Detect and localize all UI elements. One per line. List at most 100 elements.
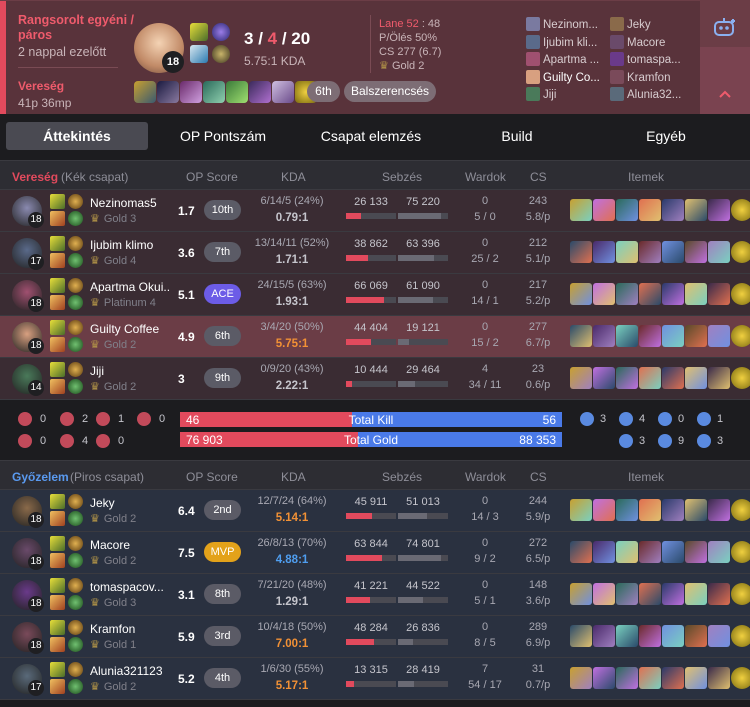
summoner-spell-icon[interactable] (50, 211, 65, 226)
summoner-name[interactable]: Alunia321123 (90, 664, 170, 678)
player-link[interactable]: Kramfon (610, 69, 681, 88)
item-icon[interactable] (639, 283, 661, 305)
item-icon[interactable] (685, 541, 707, 563)
item-icon[interactable] (570, 667, 592, 689)
summoner-name[interactable]: Jiji (90, 364, 170, 378)
trinket-icon[interactable] (731, 541, 750, 563)
trinket-icon[interactable] (731, 667, 750, 689)
item-icon[interactable] (272, 81, 294, 103)
item-icon[interactable] (593, 241, 615, 263)
summoner-spell-flash-icon[interactable] (190, 23, 208, 41)
secondary-rune-icon[interactable] (68, 679, 83, 694)
player-row[interactable]: 18 Macore ♛ Gold 2 7.5 MVP 26/8/13 (70%) … (0, 532, 750, 574)
keystone-rune-icon[interactable] (68, 320, 83, 335)
trinket-icon[interactable] (731, 199, 750, 221)
keystone-rune-icon[interactable] (68, 578, 83, 593)
item-icon[interactable] (662, 199, 684, 221)
secondary-rune-icon[interactable] (68, 379, 83, 394)
summoner-spell-icon[interactable] (50, 620, 65, 635)
keystone-rune-icon[interactable] (212, 23, 230, 41)
summoner-spell-ignite-icon[interactable] (190, 45, 208, 63)
item-icon[interactable] (616, 583, 638, 605)
item-icon[interactable] (616, 367, 638, 389)
expand-button[interactable] (700, 47, 750, 115)
summoner-spell-icon[interactable] (50, 494, 65, 509)
item-icon[interactable] (662, 241, 684, 263)
item-icon[interactable] (708, 241, 730, 263)
item-icon[interactable] (616, 283, 638, 305)
player-row[interactable]: 18 Apartma Okui... ♛ Platinum 4 5.1 ACE 2… (0, 274, 750, 316)
item-icon[interactable] (662, 541, 684, 563)
item-icon[interactable] (708, 541, 730, 563)
summoner-name[interactable]: Ijubim klimo (90, 238, 170, 252)
item-icon[interactable] (616, 541, 638, 563)
summoner-spell-icon[interactable] (50, 194, 65, 209)
summoner-spell-icon[interactable] (50, 320, 65, 335)
player-link[interactable]: Apartma ... (526, 52, 600, 70)
item-icon[interactable] (203, 81, 225, 103)
item-icon[interactable] (639, 625, 661, 647)
player-link[interactable]: Macore (610, 34, 681, 53)
secondary-rune-icon[interactable] (68, 595, 83, 610)
item-icon[interactable] (593, 499, 615, 521)
keystone-rune-icon[interactable] (68, 620, 83, 635)
summoner-spell-icon[interactable] (50, 379, 65, 394)
keystone-rune-icon[interactable] (68, 662, 83, 677)
keystone-rune-icon[interactable] (68, 494, 83, 509)
item-icon[interactable] (570, 283, 592, 305)
summoner-spell-icon[interactable] (50, 295, 65, 310)
item-icon[interactable] (616, 241, 638, 263)
summoner-name[interactable]: Guilty Coffee (90, 322, 170, 336)
trinket-icon[interactable] (731, 283, 750, 305)
trinket-icon[interactable] (731, 325, 750, 347)
keystone-rune-icon[interactable] (68, 194, 83, 209)
item-icon[interactable] (662, 325, 684, 347)
item-icon[interactable] (708, 325, 730, 347)
player-row[interactable]: 18 Kramfon ♛ Gold 1 5.9 3rd 10/4/18 (50%)… (0, 616, 750, 658)
item-icon[interactable] (593, 199, 615, 221)
item-icon[interactable] (708, 199, 730, 221)
item-icon[interactable] (616, 625, 638, 647)
item-icon[interactable] (685, 241, 707, 263)
item-icon[interactable] (639, 667, 661, 689)
match-header[interactable]: Rangsorolt egyéni / páros 2 nappal ezelő… (0, 0, 750, 115)
player-link[interactable]: Alunia32... (610, 87, 681, 105)
keystone-rune-icon[interactable] (68, 536, 83, 551)
summoner-spell-icon[interactable] (50, 553, 65, 568)
secondary-rune-icon[interactable] (68, 637, 83, 652)
summoner-spell-icon[interactable] (50, 536, 65, 551)
player-link[interactable]: Jeky (610, 17, 681, 35)
item-icon[interactable] (685, 283, 707, 305)
summoner-spell-icon[interactable] (50, 662, 65, 677)
secondary-rune-icon[interactable] (212, 45, 230, 63)
item-icon[interactable] (249, 81, 271, 103)
summoner-spell-icon[interactable] (50, 253, 65, 268)
item-icon[interactable] (134, 81, 156, 103)
item-icon[interactable] (639, 583, 661, 605)
item-icon[interactable] (570, 367, 592, 389)
item-icon[interactable] (593, 283, 615, 305)
item-icon[interactable] (616, 199, 638, 221)
item-icon[interactable] (570, 199, 592, 221)
tab-team-analysis[interactable]: Csapat elemzés (296, 122, 446, 150)
player-row[interactable]: 14 Jiji ♛ Gold 2 3 9th 0/9/20 (43%) 2.22:… (0, 358, 750, 400)
summoner-name[interactable]: tomaspacov... (90, 580, 170, 594)
trinket-icon[interactable] (731, 367, 750, 389)
item-icon[interactable] (570, 241, 592, 263)
item-icon[interactable] (639, 367, 661, 389)
item-icon[interactable] (662, 625, 684, 647)
summoner-spell-icon[interactable] (50, 637, 65, 652)
secondary-rune-icon[interactable] (68, 295, 83, 310)
item-icon[interactable] (593, 541, 615, 563)
item-icon[interactable] (639, 199, 661, 221)
item-icon[interactable] (662, 499, 684, 521)
item-icon[interactable] (570, 583, 592, 605)
player-row[interactable]: 18 Guilty Coffee ♛ Gold 2 4.9 6th 3/4/20 … (0, 316, 750, 358)
item-icon[interactable] (593, 625, 615, 647)
item-icon[interactable] (685, 583, 707, 605)
item-icon[interactable] (708, 499, 730, 521)
item-icon[interactable] (685, 199, 707, 221)
summoner-name[interactable]: Kramfon (90, 622, 170, 636)
summoner-name[interactable]: Jeky (90, 496, 170, 510)
item-icon[interactable] (708, 283, 730, 305)
